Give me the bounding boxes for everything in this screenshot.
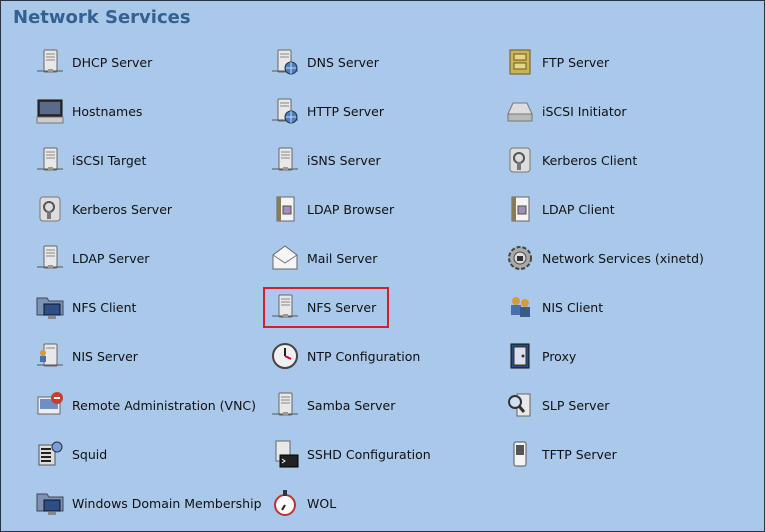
module-item-dhcp-server[interactable]: DHCP Server [35, 44, 152, 80]
server-icon [270, 390, 300, 420]
module-item-label: Kerberos Client [542, 152, 638, 168]
module-item-label: WOL [307, 495, 337, 511]
module-item-label: Windows Domain Membership [72, 495, 262, 511]
module-item-label: iSNS Server [307, 152, 381, 168]
module-item-squid[interactable]: Squid [35, 436, 107, 472]
module-item-ldap-browser[interactable]: LDAP Browser [270, 191, 394, 227]
module-item-label: Network Services (xinetd) [542, 250, 704, 266]
door-icon [505, 341, 535, 371]
module-item-label: DHCP Server [72, 54, 153, 70]
module-item-label: NIS Server [72, 348, 138, 364]
clock-icon [270, 341, 300, 371]
book-icon [270, 194, 300, 224]
module-item-label: NFS Client [72, 299, 137, 315]
module-item-label: iSCSI Initiator [542, 103, 627, 119]
module-item-ntp-configuration[interactable]: NTP Configuration [270, 338, 420, 374]
server-icon [35, 145, 65, 175]
server-globe-icon [270, 96, 300, 126]
module-item-http-server[interactable]: HTTP Server [270, 93, 384, 129]
module-item-wol[interactable]: WOL [270, 485, 336, 521]
terminal-icon [270, 439, 300, 469]
server-icon [35, 47, 65, 77]
module-item-isns-server[interactable]: iSNS Server [270, 142, 381, 178]
lock-icon [505, 145, 535, 175]
module-item-iscsi-target[interactable]: iSCSI Target [35, 142, 146, 178]
module-item-sshd-configuration[interactable]: SSHD Configuration [270, 436, 431, 472]
module-item-nis-client[interactable]: NIS Client [505, 289, 603, 325]
users-icon [505, 292, 535, 322]
alarm-icon [270, 488, 300, 518]
server-user-icon [35, 341, 65, 371]
server-icon [35, 243, 65, 273]
module-item-hostnames[interactable]: Hostnames [35, 93, 142, 129]
module-item-label: LDAP Browser [307, 201, 395, 217]
module-item-ldap-server[interactable]: LDAP Server [35, 240, 149, 276]
network-services-panel: Network Services DHCP Server Hostnames iSC… [0, 0, 765, 532]
book-icon [505, 194, 535, 224]
module-item-kerberos-server[interactable]: Kerberos Server [35, 191, 172, 227]
gear-icon [505, 243, 535, 273]
module-item-label: SSHD Configuration [307, 446, 431, 462]
module-item-label: iSCSI Target [72, 152, 147, 168]
page-title: Network Services [13, 7, 191, 28]
server-icon [270, 145, 300, 175]
squid-icon [35, 439, 65, 469]
module-item-ldap-client[interactable]: LDAP Client [505, 191, 615, 227]
module-item-proxy[interactable]: Proxy [505, 338, 576, 374]
module-item-label: FTP Server [542, 54, 610, 70]
module-item-label: Hostnames [72, 103, 143, 119]
module-item-mail-server[interactable]: Mail Server [270, 240, 377, 276]
module-item-label: NTP Configuration [307, 348, 421, 364]
module-item-label: TFTP Server [542, 446, 617, 462]
module-item-samba-server[interactable]: Samba Server [270, 387, 395, 423]
disk-icon [505, 96, 535, 126]
server-globe-icon [270, 47, 300, 77]
module-item-windows-domain-membership[interactable]: Windows Domain Membership [35, 485, 262, 521]
module-item-network-services-xinetd[interactable]: Network Services (xinetd) [505, 240, 704, 276]
selection-highlight [263, 287, 389, 328]
module-item-label: Proxy [542, 348, 577, 364]
module-item-slp-server[interactable]: SLP Server [505, 387, 609, 423]
module-item-label: NIS Client [542, 299, 604, 315]
module-item-label: HTTP Server [307, 103, 384, 119]
module-item-label: LDAP Server [72, 250, 150, 266]
module-item-remote-administration-vnc[interactable]: Remote Administration (VNC) [35, 387, 256, 423]
phone-icon [505, 439, 535, 469]
module-item-iscsi-initiator[interactable]: iSCSI Initiator [505, 93, 627, 129]
monitor-icon [35, 96, 65, 126]
remote-icon [35, 390, 65, 420]
module-item-dns-server[interactable]: DNS Server [270, 44, 379, 80]
module-item-label: Remote Administration (VNC) [72, 397, 257, 413]
module-item-ftp-server[interactable]: FTP Server [505, 44, 609, 80]
module-item-label: SLP Server [542, 397, 610, 413]
module-item-nfs-client[interactable]: NFS Client [35, 289, 136, 325]
module-item-tftp-server[interactable]: TFTP Server [505, 436, 617, 472]
folder-monitor-icon [35, 292, 65, 322]
module-item-nis-server[interactable]: NIS Server [35, 338, 138, 374]
search-server-icon [505, 390, 535, 420]
mail-icon [270, 243, 300, 273]
module-item-label: Squid [72, 446, 108, 462]
folder-monitor-icon [35, 488, 65, 518]
module-item-label: Kerberos Server [72, 201, 173, 217]
lock-icon [35, 194, 65, 224]
module-item-label: LDAP Client [542, 201, 615, 217]
cabinet-icon [505, 47, 535, 77]
module-item-label: Mail Server [307, 250, 378, 266]
module-item-label: DNS Server [307, 54, 379, 70]
module-item-kerberos-client[interactable]: Kerberos Client [505, 142, 637, 178]
module-item-label: Samba Server [307, 397, 396, 413]
